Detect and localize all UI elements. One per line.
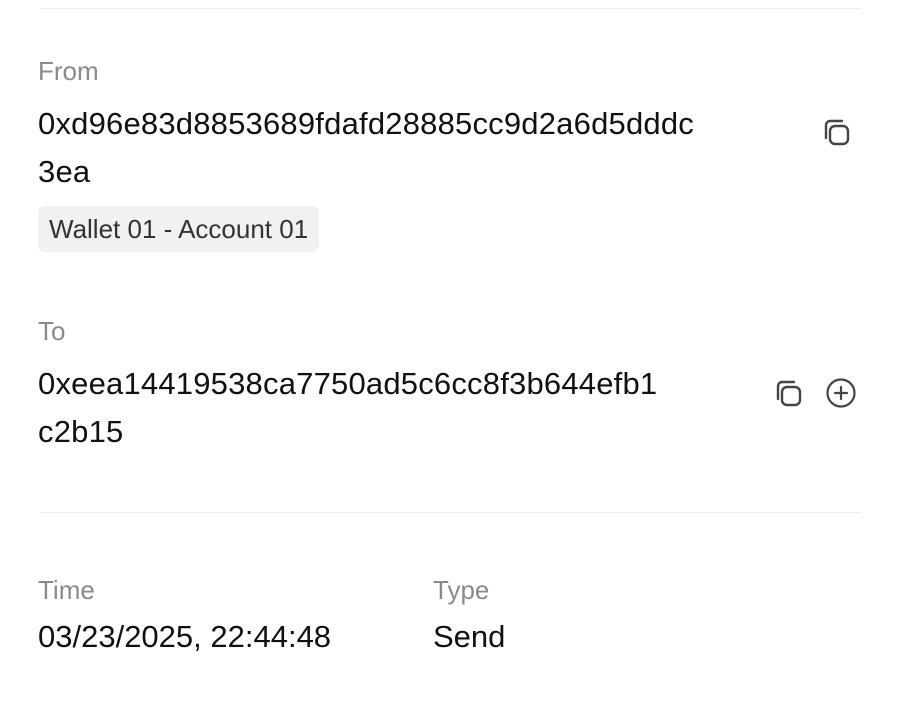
copy-from-address-button[interactable]: [819, 115, 855, 151]
time-value: 03/23/2025, 22:44:48: [38, 619, 332, 654]
to-address-line1: 0xeea14419538ca7750ad5c6cc8f3b644efb1: [38, 366, 658, 401]
add-circle-icon: [826, 378, 856, 408]
from-label: From: [38, 56, 99, 86]
from-address-line2: 3ea: [38, 154, 91, 189]
time-label: Time: [38, 575, 95, 605]
from-address[interactable]: 0xd96e83d8853689fdafd28885cc9d2a6d5dddc …: [38, 100, 694, 196]
top-divider: [40, 8, 861, 9]
type-value: Send: [433, 619, 506, 654]
type-label: Type: [433, 575, 490, 605]
copy-to-address-button[interactable]: [771, 376, 807, 412]
transaction-details: From 0xd96e83d8853689fdafd28885cc9d2a6d5…: [0, 0, 899, 722]
add-contact-button[interactable]: [823, 375, 859, 411]
to-label: To: [38, 316, 66, 346]
section-divider: [40, 512, 861, 513]
copy-icon: [776, 380, 802, 407]
to-address-line2: c2b15: [38, 414, 124, 449]
copy-icon: [824, 119, 850, 146]
account-badge: Wallet 01 - Account 01: [38, 206, 320, 252]
from-address-line1: 0xd96e83d8853689fdafd28885cc9d2a6d5dddc: [38, 106, 694, 141]
to-address[interactable]: 0xeea14419538ca7750ad5c6cc8f3b644efb1 c2…: [38, 360, 657, 456]
